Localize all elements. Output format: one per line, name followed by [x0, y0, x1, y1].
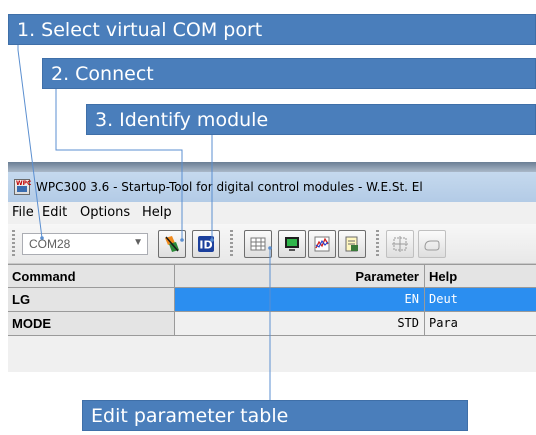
menu-file[interactable]: File: [12, 205, 34, 220]
monitor-icon: [285, 237, 299, 251]
step2-text: 2. Connect: [51, 63, 154, 85]
step1-banner: 1. Select virtual COM port: [8, 14, 536, 45]
toolbar: COM28 ▼ ID: [8, 224, 536, 264]
open-icon: [424, 240, 440, 251]
header-help[interactable]: Help: [425, 264, 536, 288]
identify-icon: ID: [198, 236, 214, 252]
connect-plug-icon: [165, 236, 179, 252]
toolbar-grip-2[interactable]: [230, 230, 233, 258]
chart-icon: [314, 236, 330, 252]
table-row[interactable]: MODE STD Para: [8, 312, 536, 336]
toolbar-grip-3[interactable]: [376, 230, 379, 258]
menu-bar: File Edit Options Help: [8, 202, 536, 224]
selection-button[interactable]: [386, 230, 414, 258]
table-header-row: Command Parameter Help: [8, 264, 536, 288]
open-button[interactable]: [418, 230, 446, 258]
app-window: WPC WPC300 3.6 - Startup-Tool for digita…: [8, 162, 536, 372]
row-parameter[interactable]: STD: [175, 312, 425, 336]
parameter-table: Command Parameter Help LG EN Deut MODE S…: [8, 264, 536, 372]
selection-icon: [392, 236, 408, 252]
row-help[interactable]: Para: [425, 312, 536, 336]
toolbar-grip[interactable]: [12, 230, 15, 258]
chevron-down-icon[interactable]: ▼: [133, 237, 143, 248]
header-command[interactable]: Command: [8, 264, 175, 288]
com-port-select[interactable]: COM28 ▼: [22, 233, 148, 255]
table-row[interactable]: LG EN Deut: [8, 288, 536, 312]
edit-parameter-table-button[interactable]: [244, 230, 272, 258]
row-parameter[interactable]: EN: [175, 288, 425, 312]
step2-banner: 2. Connect: [42, 58, 536, 89]
table-icon: [250, 237, 266, 251]
row-command[interactable]: LG: [8, 288, 175, 312]
menu-help[interactable]: Help: [142, 205, 172, 220]
connect-button[interactable]: [158, 230, 186, 258]
document-button[interactable]: [338, 230, 366, 258]
window-title: WPC300 3.6 - Startup-Tool for digital co…: [36, 180, 423, 194]
step3-banner: 3. Identify module: [86, 104, 536, 135]
step3-text: 3. Identify module: [95, 109, 269, 131]
identify-module-button[interactable]: ID: [192, 230, 220, 258]
step1-text: 1. Select virtual COM port: [17, 19, 263, 41]
menu-edit[interactable]: Edit: [42, 205, 67, 220]
menu-options[interactable]: Options: [80, 205, 130, 220]
edit-table-banner: Edit parameter table: [82, 400, 468, 431]
monitor-button[interactable]: [278, 230, 306, 258]
edit-table-text: Edit parameter table: [91, 405, 289, 427]
row-help[interactable]: Deut: [425, 288, 536, 312]
title-bar: WPC WPC300 3.6 - Startup-Tool for digita…: [8, 172, 536, 202]
identify-label: ID: [199, 239, 212, 252]
app-icon: WPC: [14, 179, 31, 195]
header-parameter[interactable]: Parameter: [175, 264, 425, 288]
document-icon: [345, 236, 358, 252]
oscilloscope-button[interactable]: [308, 230, 336, 258]
com-port-value: COM28: [29, 237, 71, 251]
row-command[interactable]: MODE: [8, 312, 175, 336]
